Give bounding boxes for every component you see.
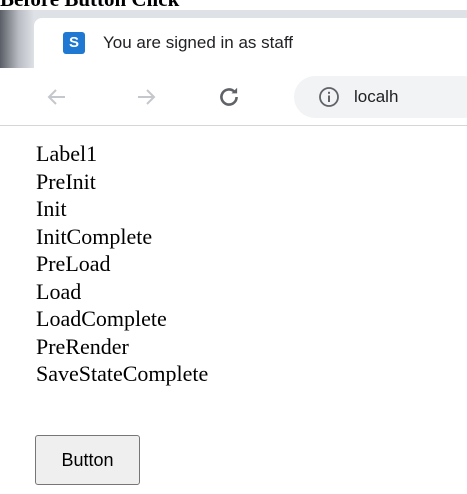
list-item: PreLoad [36,251,111,276]
list-item: PreInit [36,168,96,194]
reload-icon [220,87,238,106]
list-item: InitComplete [36,223,153,249]
reload-button[interactable] [214,82,244,112]
list-item: LoadComplete [36,306,167,331]
back-button[interactable] [42,82,72,112]
forward-button[interactable] [131,82,161,112]
event-list: Label1 PreInit Init InitComplete PreLoad… [36,140,208,388]
list-item: Init [36,196,67,221]
tab-strip: S You are signed in as staff [0,10,467,68]
favicon-icon: S [63,32,85,54]
browser-toolbar: localh [0,68,467,126]
tab-title: You are signed in as staff [103,33,293,52]
url-text: localh [354,87,399,106]
list-item: Load [36,278,82,304]
page-caption: Before Button Click [0,0,467,10]
list-item: Label1 [36,141,98,166]
page-content: Label1 PreInit Init InitComplete PreLoad… [36,140,208,388]
address-bar[interactable]: localh [294,76,467,118]
submit-button[interactable]: Button [35,435,140,485]
list-item: PreRender [36,333,129,359]
info-icon[interactable] [318,86,340,108]
browser-tab[interactable]: S You are signed in as staff [34,18,467,68]
back-arrow-icon [47,89,65,105]
list-item: SaveStateComplete [36,361,209,386]
forward-arrow-icon [138,89,156,105]
tab-strip-edge [0,10,34,68]
